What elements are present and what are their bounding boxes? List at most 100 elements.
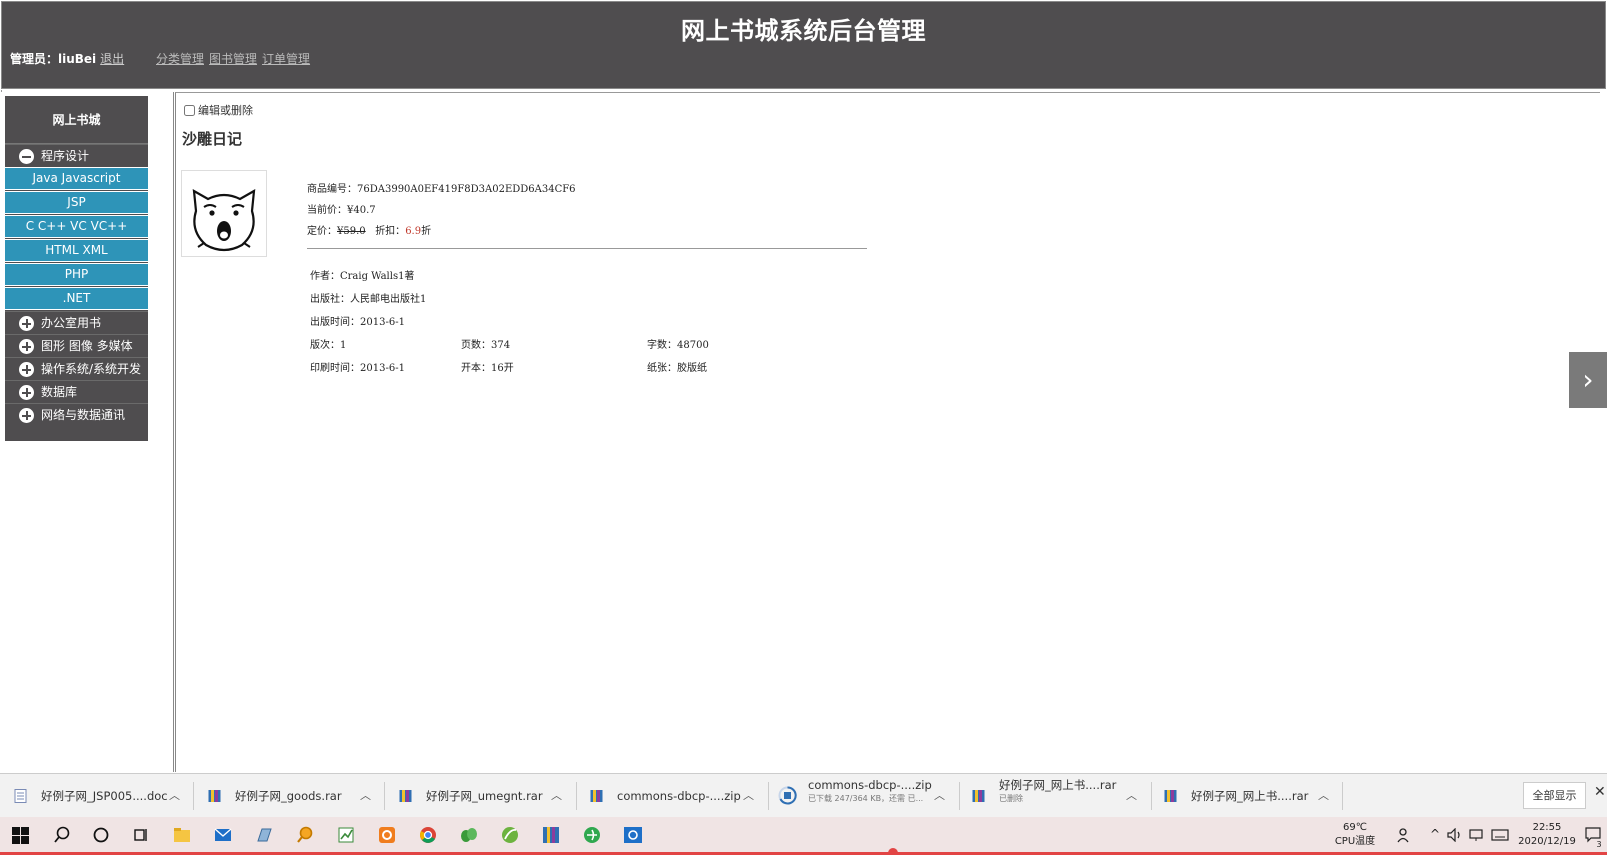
- download-name: 好例子网_网上书....rar: [999, 778, 1117, 792]
- logout-link[interactable]: 退出: [100, 52, 124, 66]
- next-page-arrow-icon[interactable]: ›: [1569, 352, 1607, 408]
- leaf-app-icon[interactable]: [459, 825, 479, 845]
- close-download-bar-icon[interactable]: ✕: [1594, 784, 1606, 800]
- subcategory-html[interactable]: HTML XML: [5, 239, 148, 262]
- book-format: 开本：16开: [461, 363, 514, 374]
- chevron-up-icon[interactable]: ︿: [743, 782, 754, 810]
- settings-app-icon[interactable]: [377, 825, 397, 845]
- category-office[interactable]: 办公室用书: [5, 311, 148, 334]
- admin-info: 管理员：liuBei 退出: [10, 50, 124, 67]
- book-title: 沙雕日记: [182, 130, 243, 148]
- detail-row: 作者：Craig Walls1著: [310, 265, 870, 288]
- category-label: 操作系统/系统开发: [41, 362, 142, 376]
- download-name: 好例子网_网上书....rar: [1191, 789, 1309, 803]
- separator: [768, 782, 769, 810]
- category-programming[interactable]: 程序设计: [5, 144, 148, 167]
- windows-start-icon[interactable]: [12, 827, 29, 844]
- chevron-up-icon[interactable]: ︿: [934, 782, 945, 810]
- rar-archive-icon: [208, 790, 221, 802]
- rar-archive-icon: [399, 790, 412, 802]
- network-icon[interactable]: [1469, 828, 1485, 842]
- separator: [959, 782, 960, 810]
- notification-count: 3: [1596, 840, 1602, 849]
- category-network[interactable]: 网络与数据通讯: [5, 403, 148, 426]
- magnifier-app-icon[interactable]: [295, 825, 315, 845]
- video-progress-handle[interactable]: [888, 848, 898, 855]
- separator: [384, 782, 385, 810]
- screen-recorder-icon[interactable]: [623, 825, 643, 845]
- category-sidebar: 网上书城 程序设计 Java Javascript JSP C C++ VC V…: [5, 96, 148, 441]
- list-price-label: 定价：: [307, 226, 337, 237]
- search-icon[interactable]: [52, 825, 72, 845]
- book-details: 作者：Craig Walls1著 出版社：人民邮电出版社1 出版时间：2013-…: [310, 265, 870, 380]
- download-item[interactable]: 好例子网_goods.rar ︿: [208, 782, 378, 810]
- download-item-removed[interactable]: 好例子网_网上书....rar 已删除 ︿: [972, 778, 1142, 810]
- chevron-up-icon[interactable]: ︿: [1318, 782, 1329, 810]
- top-nav: 分类管理 图书管理 订单管理: [156, 50, 315, 67]
- clock[interactable]: 22:55 2020/12/19: [1512, 821, 1582, 849]
- book-cover-image: [181, 170, 267, 257]
- download-item-in-progress[interactable]: commons-dbcp-....zip 已下载 247/364 KB，还需 已…: [778, 778, 951, 810]
- category-database[interactable]: 数据库: [5, 380, 148, 403]
- people-icon[interactable]: [1396, 827, 1412, 843]
- download-item[interactable]: 好例子网_JSP005....doc ︿: [14, 782, 184, 810]
- clock-date: 2020/12/19: [1518, 836, 1576, 847]
- browser-app-icon[interactable]: [582, 825, 602, 845]
- chevron-up-icon[interactable]: ︿: [169, 782, 180, 810]
- chart-app-icon[interactable]: [336, 825, 356, 845]
- subcategory-jsp[interactable]: JSP: [5, 191, 148, 214]
- expand-plus-icon: [19, 385, 34, 400]
- nav-order-manage[interactable]: 订单管理: [262, 52, 310, 66]
- nav-category-manage[interactable]: 分类管理: [156, 52, 204, 66]
- subcategory-php[interactable]: PHP: [5, 263, 148, 286]
- expand-plus-icon: [19, 408, 34, 423]
- separator: [1151, 782, 1152, 810]
- subcategory-c[interactable]: C C++ VC VC++: [5, 215, 148, 238]
- subcategory-dotnet[interactable]: .NET: [5, 287, 148, 310]
- nav-book-manage[interactable]: 图书管理: [209, 52, 257, 66]
- detail-row: 版次：1 页数：374 字数：48700: [310, 334, 870, 357]
- download-item[interactable]: commons-dbcp-....zip ︿: [590, 782, 760, 810]
- chevron-up-icon[interactable]: ^: [1428, 827, 1442, 841]
- edit-delete-checkbox[interactable]: [184, 105, 195, 116]
- current-price: ¥40.7: [347, 205, 376, 216]
- edit-delete-toggle[interactable]: 编辑或删除: [184, 102, 253, 118]
- file-explorer-icon[interactable]: [172, 825, 192, 845]
- discount-value: 6.9: [405, 226, 422, 237]
- download-item[interactable]: 好例子网_umegnt.rar ︿: [399, 782, 569, 810]
- show-all-downloads-button[interactable]: 全部显示: [1523, 782, 1586, 809]
- list-price-row: 定价：¥59.0 折扣：6.9折: [307, 221, 576, 242]
- chrome-icon[interactable]: [418, 825, 438, 845]
- word-count: 字数：48700: [647, 340, 709, 351]
- cortana-icon[interactable]: [91, 825, 111, 845]
- keyboard-icon[interactable]: [1491, 828, 1509, 842]
- chevron-up-icon[interactable]: ︿: [1126, 782, 1137, 810]
- publisher: 出版社：人民邮电出版社1: [310, 294, 427, 305]
- notes-app-icon[interactable]: [254, 825, 274, 845]
- sidebar-title: 网上书城: [5, 96, 148, 144]
- left-frame: 网上书城 程序设计 Java Javascript JSP C C++ VC V…: [1, 92, 174, 772]
- spring-app-icon[interactable]: [500, 825, 520, 845]
- mail-icon[interactable]: [213, 825, 233, 845]
- task-view-icon[interactable]: [131, 825, 151, 845]
- print-date: 印刷时间：2013-6-1: [310, 363, 405, 374]
- subcategory-java[interactable]: Java Javascript: [5, 167, 148, 190]
- download-name: commons-dbcp-....zip: [617, 789, 741, 803]
- discount-label: 折扣：: [375, 226, 406, 237]
- category-graphics[interactable]: 图形 图像 多媒体: [5, 334, 148, 357]
- collapse-minus-icon: [19, 149, 34, 164]
- download-item[interactable]: 好例子网_网上书....rar ︿: [1164, 782, 1334, 810]
- archive-app-icon[interactable]: [541, 825, 561, 845]
- clock-time: 22:55: [1532, 822, 1562, 833]
- publish-date: 出版时间：2013-6-1: [310, 317, 405, 328]
- category-os[interactable]: 操作系统/系统开发: [5, 357, 148, 380]
- volume-icon[interactable]: [1447, 828, 1463, 842]
- expand-plus-icon: [19, 339, 34, 354]
- chevron-up-icon[interactable]: ︿: [551, 782, 562, 810]
- header: 网上书城系统后台管理 管理员：liuBei 退出 分类管理 图书管理 订单管理: [1, 1, 1606, 89]
- download-name: commons-dbcp-....zip: [808, 778, 932, 792]
- download-name: 好例子网_umegnt.rar: [426, 789, 543, 803]
- separator: [1342, 782, 1343, 810]
- price-info: 商品编号：76DA3990A0EF419F8D3A02EDD6A34CF6 当前…: [307, 179, 576, 242]
- chevron-up-icon[interactable]: ︿: [360, 782, 371, 810]
